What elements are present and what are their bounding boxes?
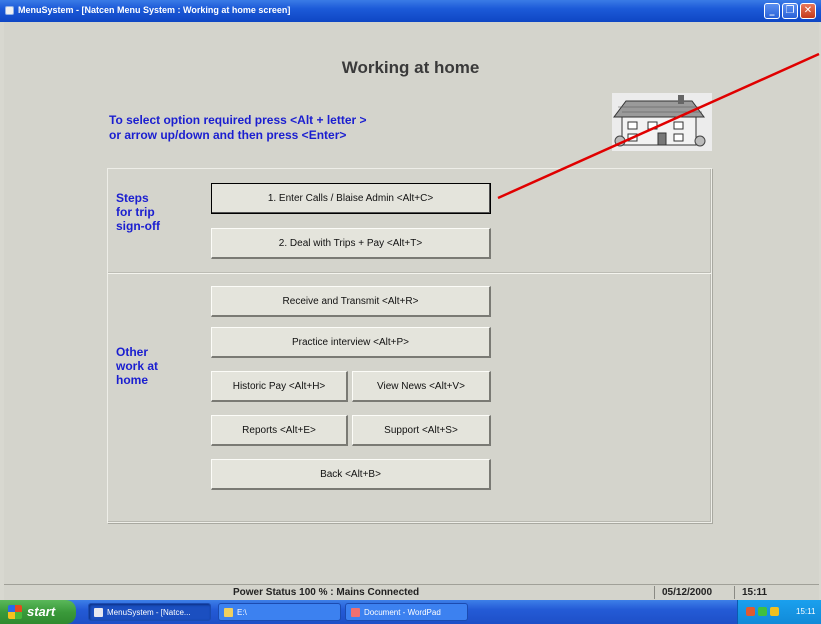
taskbar-item-label: E:\ xyxy=(237,608,247,617)
steps-section-label: Steps for trip sign-off xyxy=(116,191,160,233)
deal-with-trips-button[interactable]: 2. Deal with Trips + Pay <Alt+T> xyxy=(211,228,491,259)
taskbar-item-menusystem[interactable]: MenuSystem - [Natce... xyxy=(88,603,211,621)
taskbar-item-wordpad[interactable]: Document - WordPad xyxy=(345,603,468,621)
other-label-line-3: home xyxy=(116,373,149,387)
page-title: Working at home xyxy=(341,58,480,77)
support-button[interactable]: Support <Alt+S> xyxy=(352,415,491,446)
tray-icon[interactable] xyxy=(770,607,779,616)
instructions-line-1: To select option required press <Alt + l… xyxy=(109,113,367,127)
section-divider xyxy=(108,272,711,274)
view-news-button[interactable]: View News <Alt+V> xyxy=(352,371,491,402)
tray-icon[interactable] xyxy=(758,607,767,616)
instructions-line-2: or arrow up/down and then press <Enter> xyxy=(109,128,347,142)
folder-icon xyxy=(224,608,233,617)
tray-icon[interactable] xyxy=(746,607,755,616)
status-date: 05/12/2000 xyxy=(662,587,713,598)
enter-calls-button[interactable]: 1. Enter Calls / Blaise Admin <Alt+C> xyxy=(211,183,491,214)
receive-transmit-button[interactable]: Receive and Transmit <Alt+R> xyxy=(211,286,491,317)
taskbar-item-label: Document - WordPad xyxy=(364,608,441,617)
start-button[interactable]: start xyxy=(0,600,76,624)
system-tray: 15:11 xyxy=(737,600,821,624)
other-section-label: Other work at home xyxy=(116,345,158,387)
power-status: Power Status 100 % : Mains Connected xyxy=(233,587,420,598)
app-icon xyxy=(94,608,103,617)
status-time: 15:11 xyxy=(742,587,768,598)
steps-label-line-1: Steps xyxy=(116,191,149,205)
practice-interview-button[interactable]: Practice interview <Alt+P> xyxy=(211,327,491,358)
minimize-button[interactable]: _ xyxy=(764,3,780,19)
status-separator xyxy=(734,586,735,599)
status-separator xyxy=(654,586,655,599)
other-label-line-1: Other xyxy=(116,345,149,359)
app-icon[interactable] xyxy=(5,6,14,15)
historic-pay-button[interactable]: Historic Pay <Alt+H> xyxy=(211,371,348,402)
steps-label-line-3: sign-off xyxy=(116,219,160,233)
start-label: start xyxy=(27,604,56,619)
taskbar: start MenuSystem - [Natce... E:\ Documen… xyxy=(0,600,821,624)
windows-logo-icon xyxy=(8,605,22,619)
taskbar-item-label: MenuSystem - [Natce... xyxy=(107,608,191,617)
window-title: MenuSystem - [Natcen Menu System : Worki… xyxy=(18,5,291,15)
close-button[interactable]: ✕ xyxy=(800,3,816,19)
window-title-bar[interactable]: MenuSystem - [Natcen Menu System : Worki… xyxy=(0,0,821,22)
status-bar: Power Status 100 % : Mains Connected 05/… xyxy=(4,584,819,600)
taskbar-clock: 15:11 xyxy=(796,607,816,616)
restore-button[interactable]: ❐ xyxy=(782,3,798,19)
other-label-line-2: work at xyxy=(116,359,159,373)
reports-button[interactable]: Reports <Alt+E> xyxy=(211,415,348,446)
steps-label-line-2: for trip xyxy=(116,205,155,219)
wordpad-icon xyxy=(351,608,360,617)
house-image xyxy=(612,93,712,151)
back-button[interactable]: Back <Alt+B> xyxy=(211,459,491,490)
taskbar-item-explorer[interactable]: E:\ xyxy=(218,603,341,621)
